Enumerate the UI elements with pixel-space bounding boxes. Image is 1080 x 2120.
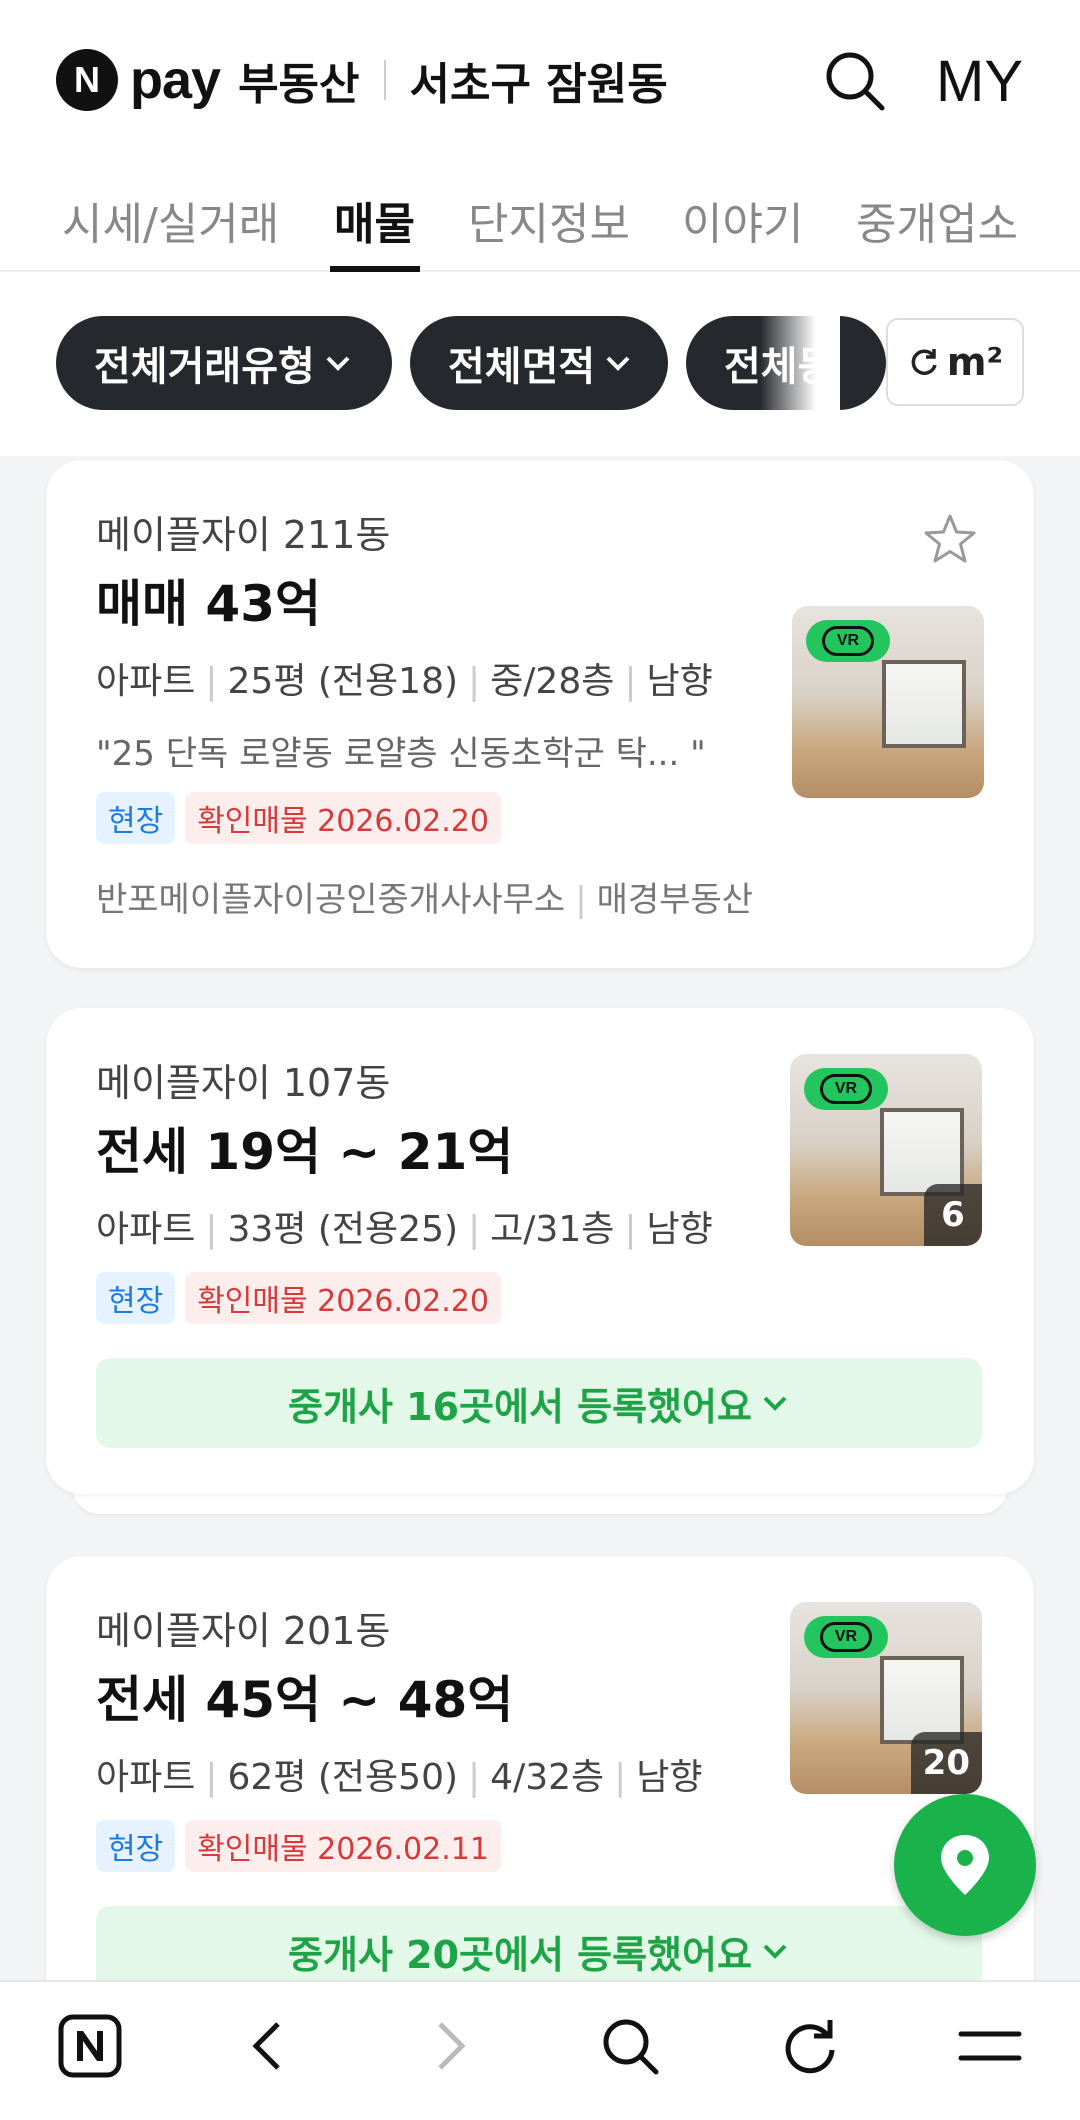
menu-button[interactable] [950, 2006, 1030, 2086]
reload-button[interactable] [770, 2006, 850, 2086]
naver-home-icon [58, 2014, 122, 2078]
tab-complex-info[interactable]: 단지정보 [468, 188, 630, 252]
tag-site: 현장 [96, 1272, 176, 1324]
browser-toolbar [0, 1980, 1080, 2120]
photo-window [880, 1656, 964, 1744]
filter-area[interactable]: 전체면적 [410, 316, 668, 410]
listing-tags: 현장 확인매물 2026.02.20 [96, 792, 511, 844]
forward-button[interactable] [410, 2006, 490, 2086]
favorite-button[interactable] [920, 510, 980, 570]
service-name: 부동산 [238, 59, 360, 110]
listing-meta: 아파트 | 33평 (전용25) | 고/31층 | 남향 [96, 1209, 713, 1250]
tab-listings[interactable]: 매물 [334, 188, 415, 252]
listing-photo[interactable]: VR 6 [790, 1054, 982, 1246]
photo-count: 6 [924, 1184, 982, 1246]
header: N pay 부동산 서초구 잠원동 MY 시세/실거래 매물 단지정보 이야기 … [0, 0, 1080, 456]
unit-toggle-button[interactable]: m² [886, 318, 1024, 406]
star-icon [924, 514, 976, 563]
listing-card[interactable]: 메이플자이 107동 전세 19억 ~ 21억 아파트 | 33평 (전용25) | 고… [46, 1008, 1034, 1494]
listing-description: "25 단독 로얄동 로얄층 신동초학군 탁... " [96, 734, 706, 774]
listing-agencies: 반포메이플자이공인중개사사무소 | 매경부동산 [96, 880, 754, 920]
filter-trade-type-label: 전체거래유형 [94, 344, 315, 390]
filter-trade-type[interactable]: 전체거래유형 [56, 316, 392, 410]
chevron-right-icon [438, 2022, 466, 2070]
tag-confirmed: 확인매물 2026.02.20 [185, 1272, 501, 1324]
tab-agencies[interactable]: 중개업소 [856, 188, 1018, 252]
header-divider [383, 60, 386, 100]
reload-icon [785, 2020, 835, 2074]
naver-n-icon: N [56, 49, 118, 111]
back-button[interactable] [228, 2006, 308, 2086]
pay-logo-text: pay [130, 50, 221, 110]
tab-bar: 시세/실거래 매물 단지정보 이야기 중개업소 [0, 180, 1080, 272]
filter-fade [760, 316, 840, 412]
search-icon [826, 52, 885, 111]
menu-icon [958, 2031, 1022, 2061]
listing-photo[interactable]: VR [792, 606, 984, 798]
map-view-button[interactable] [894, 1794, 1036, 1936]
listing-photo[interactable]: VR 20 [790, 1602, 982, 1794]
listing-meta: 아파트 | 25평 (전용18) | 중/28층 | 남향 [96, 661, 713, 702]
chevron-down-icon [763, 1944, 787, 1959]
listing-tags: 현장 확인매물 2026.02.20 [96, 1272, 511, 1324]
listing-price: 전세 45억 ~ 48억 [96, 1671, 514, 1729]
tag-confirmed: 확인매물 2026.02.11 [185, 1820, 501, 1872]
listing-price: 전세 19억 ~ 21억 [96, 1123, 514, 1181]
filter-area-label: 전체면적 [448, 344, 596, 390]
listing-tags: 현장 확인매물 2026.02.11 [96, 1820, 511, 1872]
vr-badge: VR [804, 1616, 888, 1658]
chevron-left-icon [252, 2022, 280, 2070]
listing-building: 메이플자이 107동 [96, 1061, 391, 1105]
search-icon [603, 2019, 659, 2075]
tag-confirmed: 확인매물 2026.02.20 [185, 792, 501, 844]
photo-window [880, 1108, 964, 1196]
chevron-down-icon [326, 356, 350, 371]
vr-badge: VR [806, 620, 890, 662]
chevron-down-icon [763, 1396, 787, 1411]
photo-window [882, 660, 966, 748]
brand-logo[interactable]: N pay 부동산 서초구 잠원동 [56, 48, 668, 112]
map-pin-icon [941, 1835, 989, 1895]
unit-label: m² [946, 340, 1004, 384]
tab-price[interactable]: 시세/실거래 [62, 188, 279, 252]
photo-count: 20 [910, 1732, 982, 1794]
vr-badge: VR [804, 1068, 888, 1110]
listing-price: 매매 43억 [96, 575, 321, 633]
listing-meta: 아파트 | 62평 (전용50) | 4/32층 | 남향 [96, 1757, 703, 1798]
tag-site: 현장 [96, 1820, 176, 1872]
chevron-down-icon [606, 356, 630, 371]
search-toolbar-button[interactable] [590, 2006, 670, 2086]
my-button[interactable]: MY [936, 48, 1023, 115]
listing-building: 메이플자이 201동 [96, 1609, 391, 1653]
location-title[interactable]: 서초구 잠원동 [410, 48, 668, 112]
tab-stories[interactable]: 이야기 [682, 188, 803, 252]
tag-site: 현장 [96, 792, 176, 844]
naver-home-button[interactable] [50, 2006, 130, 2086]
listing-building: 메이플자이 211동 [96, 513, 391, 557]
listing-card[interactable]: 메이플자이 211동 매매 43억 아파트 | 25평 (전용18) | 중/28층 | 남… [46, 460, 1034, 968]
active-tab-indicator [330, 266, 420, 272]
refresh-icon [911, 349, 937, 375]
search-button[interactable] [822, 48, 888, 114]
agents-expand-button[interactable]: 중개사 16곳에서 등록했어요 [96, 1358, 982, 1448]
